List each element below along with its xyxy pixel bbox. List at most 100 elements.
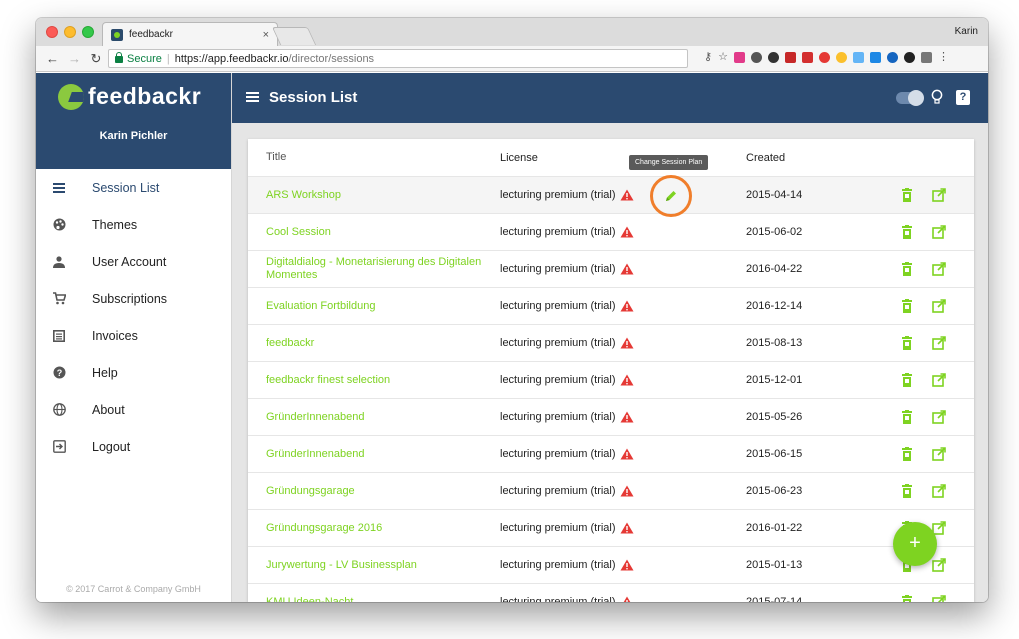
delete-icon[interactable] bbox=[900, 188, 914, 202]
column-header-created[interactable]: Created bbox=[746, 152, 892, 164]
sidebar-item-subscriptions[interactable]: Subscriptions bbox=[36, 280, 231, 317]
table-row[interactable]: ARS Workshop lecturing premium (trial) 201… bbox=[248, 177, 974, 214]
maximize-window-button[interactable] bbox=[82, 26, 94, 38]
open-external-icon[interactable] bbox=[932, 262, 946, 276]
open-external-icon[interactable] bbox=[932, 484, 946, 498]
back-arrow-icon[interactable]: ← bbox=[46, 52, 59, 65]
delete-icon[interactable] bbox=[900, 225, 914, 239]
session-title-link[interactable]: Digitaldialog - Monetarisierung des Digi… bbox=[248, 256, 500, 282]
session-title-link[interactable]: ARS Workshop bbox=[248, 189, 500, 202]
lightbulb-icon[interactable] bbox=[931, 89, 943, 107]
table-row[interactable]: GründerInnenabend lecturing premium (tria… bbox=[248, 436, 974, 473]
delete-icon[interactable] bbox=[900, 373, 914, 387]
tab-close-icon[interactable]: × bbox=[263, 29, 269, 41]
mail-ext-icon[interactable] bbox=[920, 52, 932, 63]
key-icon[interactable]: ⚷ bbox=[704, 52, 712, 63]
theme-toggle[interactable] bbox=[896, 90, 924, 106]
add-session-button[interactable]: + bbox=[893, 522, 937, 566]
table-row[interactable]: GründerInnenabend lecturing premium (tria… bbox=[248, 399, 974, 436]
sidebar-item-session-list[interactable]: Session List bbox=[36, 169, 231, 206]
warning-icon[interactable] bbox=[620, 411, 634, 423]
sidebar-item-invoices[interactable]: Invoices bbox=[36, 317, 231, 354]
delete-icon[interactable] bbox=[900, 410, 914, 424]
help-button[interactable]: ? bbox=[956, 90, 970, 105]
table-row[interactable]: KMU Ideen-Nacht lecturing premium (trial)… bbox=[248, 584, 974, 602]
extension-blue-icon[interactable] bbox=[869, 52, 881, 63]
sidebar-item-themes[interactable]: Themes bbox=[36, 206, 231, 243]
menu-icon[interactable] bbox=[246, 92, 259, 102]
open-external-icon[interactable] bbox=[932, 558, 946, 572]
open-external-icon[interactable] bbox=[932, 447, 946, 461]
session-title-link[interactable]: GründerInnenabend bbox=[248, 448, 500, 461]
sidebar-item-logout[interactable]: Logout bbox=[36, 428, 231, 465]
browser-tab[interactable]: feedbackr × bbox=[102, 22, 278, 46]
session-title-link[interactable]: Cool Session bbox=[248, 226, 500, 239]
table-row[interactable]: Gründungsgarage lecturing premium (trial)… bbox=[248, 473, 974, 510]
warning-icon[interactable] bbox=[620, 374, 634, 386]
session-title-link[interactable]: Evaluation Fortbildung bbox=[248, 300, 500, 313]
address-bar[interactable]: Secure | https://app.feedbackr.io /direc… bbox=[108, 49, 688, 68]
warning-icon[interactable] bbox=[620, 485, 634, 497]
record-ext-icon[interactable] bbox=[818, 52, 830, 63]
warning-icon[interactable] bbox=[620, 448, 634, 460]
table-row[interactable]: Jurywertung - LV Businessplan lecturing p… bbox=[248, 547, 974, 584]
open-external-icon[interactable] bbox=[932, 336, 946, 350]
warning-icon[interactable] bbox=[620, 596, 634, 602]
open-external-icon[interactable] bbox=[932, 299, 946, 313]
open-external-icon[interactable] bbox=[932, 188, 946, 202]
table-row[interactable]: Cool Session lecturing premium (trial) 201… bbox=[248, 214, 974, 251]
table-row[interactable]: Gründungsgarage 2016 lecturing premium (t… bbox=[248, 510, 974, 547]
delete-icon[interactable] bbox=[900, 299, 914, 313]
warning-icon[interactable] bbox=[620, 263, 634, 275]
settings-ext-icon[interactable] bbox=[767, 52, 779, 63]
forward-arrow-icon[interactable]: → bbox=[68, 52, 81, 65]
table-row[interactable]: Evaluation Fortbildung lecturing premium … bbox=[248, 288, 974, 325]
sidebar-item-about[interactable]: About bbox=[36, 391, 231, 428]
session-title-link[interactable]: Jurywertung - LV Businessplan bbox=[248, 559, 500, 572]
delete-icon[interactable] bbox=[900, 336, 914, 350]
minimize-window-button[interactable] bbox=[64, 26, 76, 38]
table-row[interactable]: feedbackr lecturing premium (trial) 2015-0… bbox=[248, 325, 974, 362]
extension-yellow-icon[interactable] bbox=[835, 52, 847, 63]
session-title-link[interactable]: Gründungsgarage bbox=[248, 485, 500, 498]
session-title-link[interactable]: KMU Ideen-Nacht bbox=[248, 596, 500, 603]
session-title-link[interactable]: Gründungsgarage 2016 bbox=[248, 522, 500, 535]
column-header-title[interactable]: Title bbox=[248, 151, 500, 164]
delete-icon[interactable] bbox=[900, 595, 914, 602]
warning-icon[interactable] bbox=[620, 189, 634, 201]
extension-lightblue-icon[interactable] bbox=[852, 52, 864, 63]
browser-menu-icon[interactable]: ⋮ bbox=[938, 52, 949, 63]
delete-icon[interactable] bbox=[900, 484, 914, 498]
extension-darkblue-icon[interactable] bbox=[886, 52, 898, 63]
session-title-link[interactable]: feedbackr bbox=[248, 337, 500, 350]
star-icon[interactable]: ☆ bbox=[718, 52, 728, 63]
open-external-icon[interactable] bbox=[932, 595, 946, 602]
extension-pink-icon[interactable] bbox=[733, 52, 745, 63]
profile-name[interactable]: Karin bbox=[955, 26, 978, 37]
calendar-ext-icon[interactable] bbox=[784, 52, 796, 63]
warning-icon[interactable] bbox=[620, 522, 634, 534]
feedbackr-logo[interactable]: feedbackr bbox=[58, 83, 201, 110]
open-external-icon[interactable] bbox=[932, 373, 946, 387]
open-external-icon[interactable] bbox=[932, 225, 946, 239]
column-header-license[interactable]: License bbox=[500, 152, 746, 164]
warning-icon[interactable] bbox=[620, 559, 634, 571]
delete-icon[interactable] bbox=[900, 262, 914, 276]
change-session-plan-button[interactable] bbox=[650, 175, 692, 217]
new-tab-button[interactable] bbox=[271, 27, 317, 45]
warning-icon[interactable] bbox=[620, 300, 634, 312]
extension-red-icon[interactable] bbox=[801, 52, 813, 63]
open-external-icon[interactable] bbox=[932, 410, 946, 424]
sidebar-item-help[interactable]: ? Help bbox=[36, 354, 231, 391]
warning-icon[interactable] bbox=[620, 337, 634, 349]
reload-icon[interactable]: ↻ bbox=[90, 52, 102, 65]
table-row[interactable]: Digitaldialog - Monetarisierung des Digi… bbox=[248, 251, 974, 288]
pocket-icon[interactable] bbox=[750, 52, 762, 63]
session-title-link[interactable]: GründerInnenabend bbox=[248, 411, 500, 424]
session-title-link[interactable]: feedbackr finest selection bbox=[248, 374, 500, 387]
extension-black-icon[interactable] bbox=[903, 52, 915, 63]
sidebar-item-user-account[interactable]: User Account bbox=[36, 243, 231, 280]
warning-icon[interactable] bbox=[620, 226, 634, 238]
table-row[interactable]: feedbackr finest selection lecturing prem… bbox=[248, 362, 974, 399]
close-window-button[interactable] bbox=[46, 26, 58, 38]
